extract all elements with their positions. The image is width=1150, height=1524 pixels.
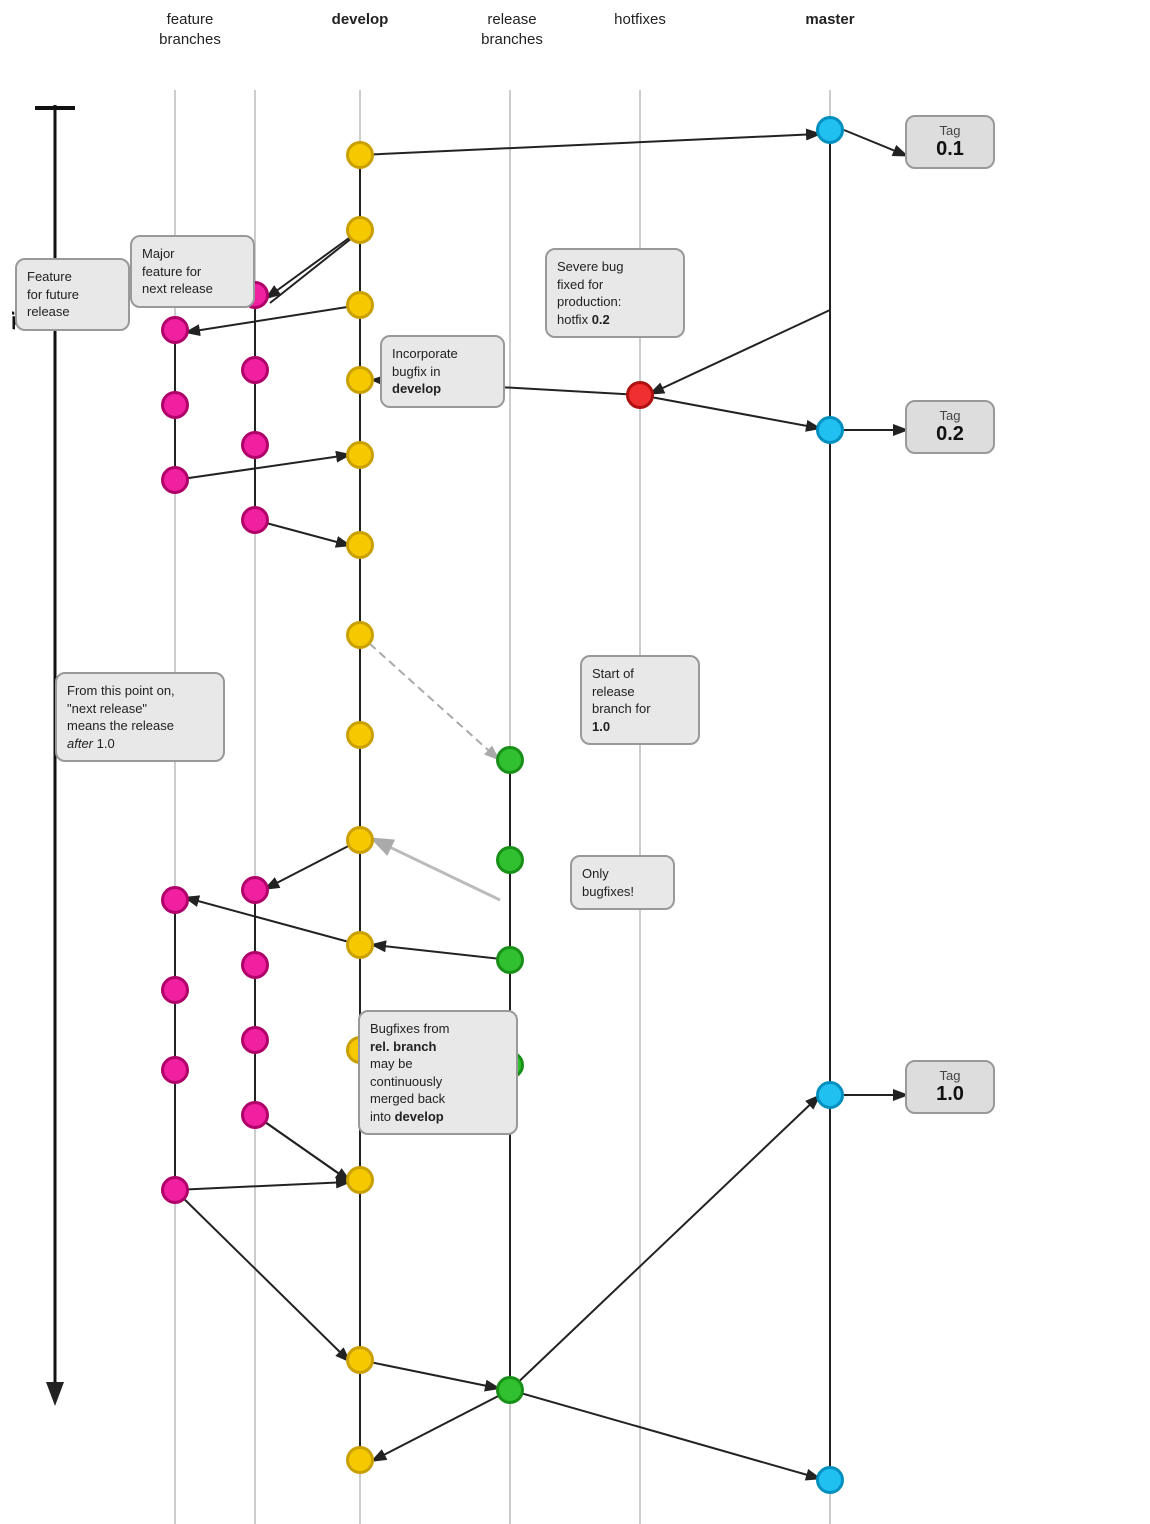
hotfixes-header: hotfixes xyxy=(600,10,680,30)
major-feature-callout: Majorfeature fornext release xyxy=(130,235,255,308)
develop-node-14 xyxy=(346,1446,374,1474)
develop-node-9 xyxy=(346,826,374,854)
develop-node-10 xyxy=(346,931,374,959)
feature2-node-3 xyxy=(241,431,269,459)
from-this-point-callout: From this point on,"next release"means t… xyxy=(55,672,225,762)
master-node-1 xyxy=(816,116,844,144)
feature1-node-4 xyxy=(161,886,189,914)
develop-node-13 xyxy=(346,1346,374,1374)
feature1-node-6 xyxy=(161,1056,189,1084)
release-node-5 xyxy=(496,1376,524,1404)
feature1-node-7 xyxy=(161,1176,189,1204)
develop-header: develop xyxy=(320,10,400,30)
feature1-node-3 xyxy=(161,466,189,494)
feature-future-callout: Featurefor futurerelease xyxy=(15,258,130,331)
release-node-2 xyxy=(496,846,524,874)
tag-02: Tag 0.2 xyxy=(905,400,995,454)
feature2-node-8 xyxy=(241,1101,269,1129)
tag-10: Tag 1.0 xyxy=(905,1060,995,1114)
release-node-1 xyxy=(496,746,524,774)
feature2-node-5 xyxy=(241,876,269,904)
develop-node-1 xyxy=(346,141,374,169)
develop-node-12 xyxy=(346,1166,374,1194)
develop-node-2 xyxy=(346,216,374,244)
master-node-4 xyxy=(816,1466,844,1494)
develop-node-5 xyxy=(346,441,374,469)
tag-01: Tag 0.1 xyxy=(905,115,995,169)
release-node-3 xyxy=(496,946,524,974)
start-release-callout: Start ofreleasebranch for1.0 xyxy=(580,655,700,745)
hotfix-node-1 xyxy=(626,381,654,409)
git-flow-diagram: feature branches develop releasebranches… xyxy=(0,0,1150,1524)
feature1-node-2 xyxy=(161,391,189,419)
feature2-node-6 xyxy=(241,951,269,979)
develop-node-6 xyxy=(346,531,374,559)
release-branches-header: releasebranches xyxy=(462,10,562,49)
feature2-node-7 xyxy=(241,1026,269,1054)
feature2-node-4 xyxy=(241,506,269,534)
master-header: master xyxy=(790,10,870,30)
develop-node-8 xyxy=(346,721,374,749)
incorporate-bugfix-callout: Incorporatebugfix indevelop xyxy=(380,335,505,408)
develop-node-4 xyxy=(346,366,374,394)
bugfixes-from-rel-callout: Bugfixes fromrel. branchmay becontinuous… xyxy=(358,1010,518,1135)
feature2-node-2 xyxy=(241,356,269,384)
feature1-node-5 xyxy=(161,976,189,1004)
feature1-node-1 xyxy=(161,316,189,344)
only-bugfixes-callout: Onlybugfixes! xyxy=(570,855,675,910)
develop-node-7 xyxy=(346,621,374,649)
severe-bug-callout: Severe bugfixed forproduction:hotfix 0.2 xyxy=(545,248,685,338)
master-node-2 xyxy=(816,416,844,444)
feature-branches-header: feature branches xyxy=(140,10,240,49)
develop-node-3 xyxy=(346,291,374,319)
master-node-3 xyxy=(816,1081,844,1109)
